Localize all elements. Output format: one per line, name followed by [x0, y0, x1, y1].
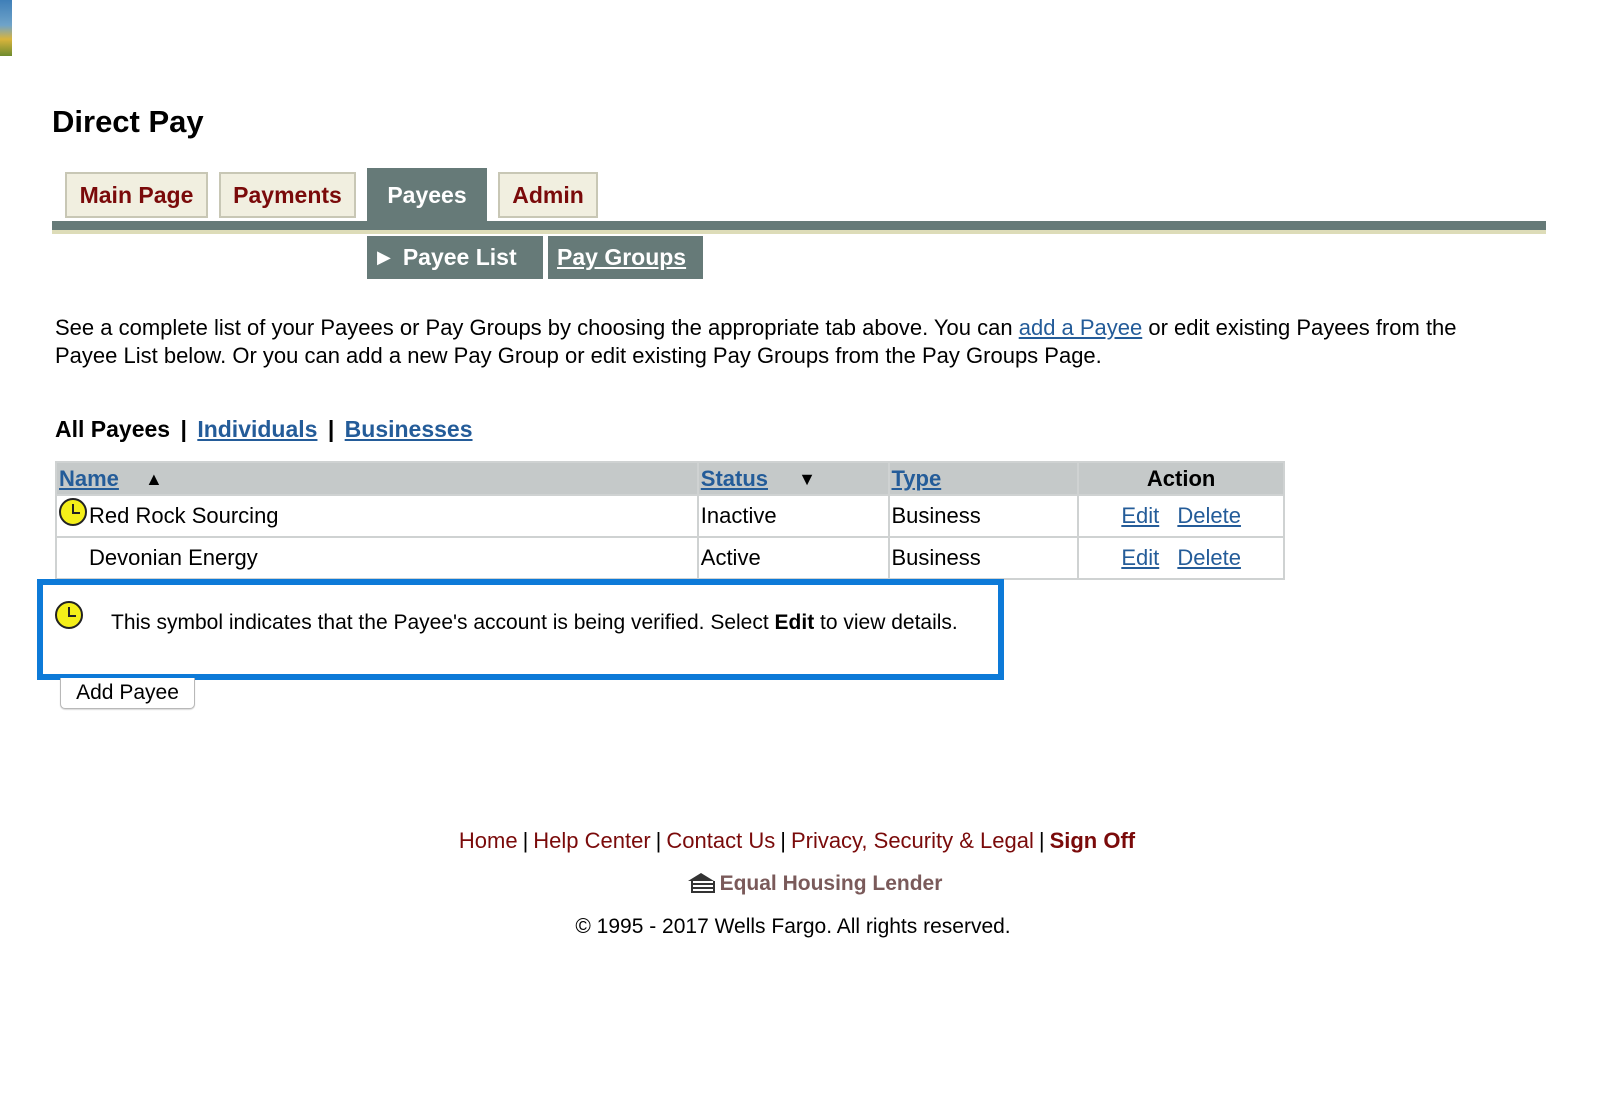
- sort-by-type-link[interactable]: Type: [892, 466, 942, 491]
- column-header-action: Action: [1077, 461, 1285, 496]
- column-header-name: Name ▲: [55, 461, 699, 496]
- play-arrow-icon: ▶: [377, 247, 391, 267]
- tab-rule-accent: [52, 230, 1546, 234]
- subtab-payee-list[interactable]: ▶ Payee List: [367, 236, 543, 279]
- footer-links: Home | Help Center | Contact Us | Privacy, Sec…: [0, 828, 1594, 854]
- edit-payee-link[interactable]: Edit: [1121, 503, 1159, 528]
- payee-actions: Edit Delete: [1077, 536, 1285, 580]
- copyright: © 1995 - 2017 Wells Fargo. All rights re…: [575, 915, 1011, 938]
- footer-separator: |: [655, 828, 662, 853]
- table-row: Devonian Energy Active Business Edit Del…: [55, 536, 1285, 580]
- table-header-row: Name ▲ Status ▼ Type Action: [55, 461, 1285, 496]
- subtab-payee-list-label: Payee List: [402, 244, 517, 270]
- equal-housing-lender[interactable]: Equal Housing Lender: [0, 872, 1606, 896]
- add-payee-button[interactable]: Add Payee: [60, 678, 195, 709]
- page-title: Direct Pay: [52, 104, 204, 139]
- sort-by-name-link[interactable]: Name: [59, 466, 119, 491]
- verification-notice: This symbol indicates that the Payee's a…: [37, 579, 1004, 680]
- main-tabs: Main Page Payments Payees Admin: [52, 168, 1592, 222]
- footer-home-link[interactable]: Home: [459, 828, 518, 853]
- payee-type: Business: [887, 536, 1080, 580]
- subtab-pay-groups[interactable]: Pay Groups: [548, 236, 703, 279]
- tab-admin[interactable]: Admin: [498, 172, 598, 218]
- tab-payments[interactable]: Payments: [219, 172, 356, 218]
- footer-privacy-link[interactable]: Privacy, Security & Legal: [791, 828, 1034, 853]
- clock-icon: [59, 498, 87, 526]
- delete-payee-link[interactable]: Delete: [1177, 545, 1241, 570]
- sort-by-status-link[interactable]: Status: [701, 466, 768, 491]
- house-icon: [687, 873, 715, 893]
- footer-help-center-link[interactable]: Help Center: [533, 828, 650, 853]
- tab-main-page[interactable]: Main Page: [65, 172, 208, 218]
- table-row: Red Rock Sourcing Inactive Business Edit…: [55, 494, 1285, 538]
- notice-text-part1: This symbol indicates that the Payee's a…: [111, 611, 775, 634]
- notice-text-part2: to view details.: [814, 611, 958, 634]
- filter-businesses-link[interactable]: Businesses: [345, 416, 473, 442]
- column-header-type: Type: [887, 461, 1080, 496]
- footer-separator: |: [522, 828, 529, 853]
- triangle-down-icon[interactable]: ▼: [798, 469, 816, 490]
- payee-actions: Edit Delete: [1077, 494, 1285, 538]
- triangle-up-icon[interactable]: ▲: [145, 469, 163, 490]
- intro-text: See a complete list of your Payees or Pa…: [55, 314, 1525, 370]
- payee-status: Inactive: [696, 494, 890, 538]
- filter-separator: |: [180, 416, 187, 442]
- payee-filter: All Payees | Individuals | Businesses: [55, 416, 473, 443]
- payee-name-cell: Red Rock Sourcing: [55, 494, 699, 538]
- intro-text-part1: See a complete list of your Payees or Pa…: [55, 315, 1019, 340]
- column-header-status: Status ▼: [696, 461, 890, 496]
- payee-type: Business: [887, 494, 1080, 538]
- tab-payees[interactable]: Payees: [367, 168, 487, 222]
- filter-separator: |: [327, 416, 335, 442]
- filter-individuals-link[interactable]: Individuals: [197, 416, 317, 442]
- edit-payee-link[interactable]: Edit: [1121, 545, 1159, 570]
- tab-rule: [52, 221, 1546, 230]
- footer-separator: |: [1038, 828, 1045, 853]
- footer-contact-us-link[interactable]: Contact Us: [666, 828, 775, 853]
- verification-notice-text: This symbol indicates that the Payee's a…: [111, 611, 958, 635]
- delete-payee-link[interactable]: Delete: [1177, 503, 1241, 528]
- add-payee-link[interactable]: add a Payee: [1019, 315, 1143, 340]
- payee-name: Red Rock Sourcing: [89, 503, 279, 528]
- payee-status: Active: [696, 536, 890, 580]
- payee-table: Name ▲ Status ▼ Type Action Red Rock Sou…: [55, 461, 1285, 580]
- clock-icon: [55, 601, 83, 629]
- footer-separator: |: [780, 828, 786, 853]
- filter-all-payees: All Payees: [55, 416, 171, 442]
- notice-text-bold: Edit: [774, 611, 815, 634]
- payee-name: Devonian Energy: [89, 545, 258, 570]
- corner-logo: [0, 0, 12, 56]
- equal-housing-label: Equal Housing Lender: [719, 872, 943, 895]
- sign-off-link[interactable]: Sign Off: [1050, 828, 1136, 853]
- payee-name-cell: Devonian Energy: [55, 536, 699, 580]
